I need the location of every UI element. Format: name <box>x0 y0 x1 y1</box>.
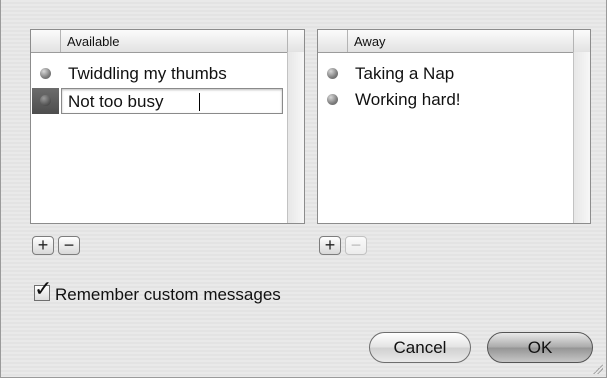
text-caret <box>199 93 200 111</box>
status-dot-icon <box>40 95 51 106</box>
ok-button[interactable]: OK <box>487 332 593 363</box>
status-dot-icon <box>327 68 338 79</box>
available-header-label: Available <box>67 34 120 49</box>
away-header[interactable]: Away <box>318 30 590 53</box>
away-item-label: Working hard! <box>355 90 461 109</box>
away-remove-button[interactable]: − <box>345 236 367 255</box>
status-messages-sheet: Available Twiddling my thumbs Not too bu… <box>0 0 607 378</box>
checkmark-icon: ✓ <box>34 276 53 301</box>
available-scrollbar[interactable] <box>287 52 304 223</box>
remember-messages-checkbox[interactable]: ✓ <box>34 278 52 301</box>
selection-indicator <box>32 88 59 114</box>
away-header-icon-column <box>318 30 348 52</box>
message-edit-text: Not too busy <box>68 92 164 111</box>
available-header-icon-column <box>31 30 61 52</box>
status-dot-icon <box>40 68 51 79</box>
away-row-2[interactable]: Working hard! <box>318 87 575 113</box>
remember-messages-label[interactable]: Remember custom messages <box>55 285 281 305</box>
available-row-editing[interactable]: Not too busy <box>31 88 289 114</box>
away-header-label: Away <box>354 34 386 49</box>
away-row-1[interactable]: Taking a Nap <box>318 61 575 87</box>
status-dot-icon <box>327 94 338 105</box>
away-table[interactable]: Away Taking a Nap Working hard! <box>317 29 591 224</box>
away-scrollbar[interactable] <box>573 52 590 223</box>
available-item-label: Twiddling my thumbs <box>68 64 227 83</box>
resize-grip-icon[interactable] <box>593 364 603 374</box>
available-table[interactable]: Available Twiddling my thumbs Not too bu… <box>30 29 305 224</box>
away-item-label: Taking a Nap <box>355 64 455 83</box>
available-add-button[interactable]: + <box>32 236 54 255</box>
available-row-1[interactable]: Twiddling my thumbs <box>31 61 289 87</box>
available-header[interactable]: Available <box>31 30 304 53</box>
cancel-button[interactable]: Cancel <box>369 332 471 363</box>
available-remove-button[interactable]: − <box>58 236 80 255</box>
away-add-button[interactable]: + <box>319 236 341 255</box>
message-edit-field[interactable]: Not too busy <box>61 88 283 114</box>
